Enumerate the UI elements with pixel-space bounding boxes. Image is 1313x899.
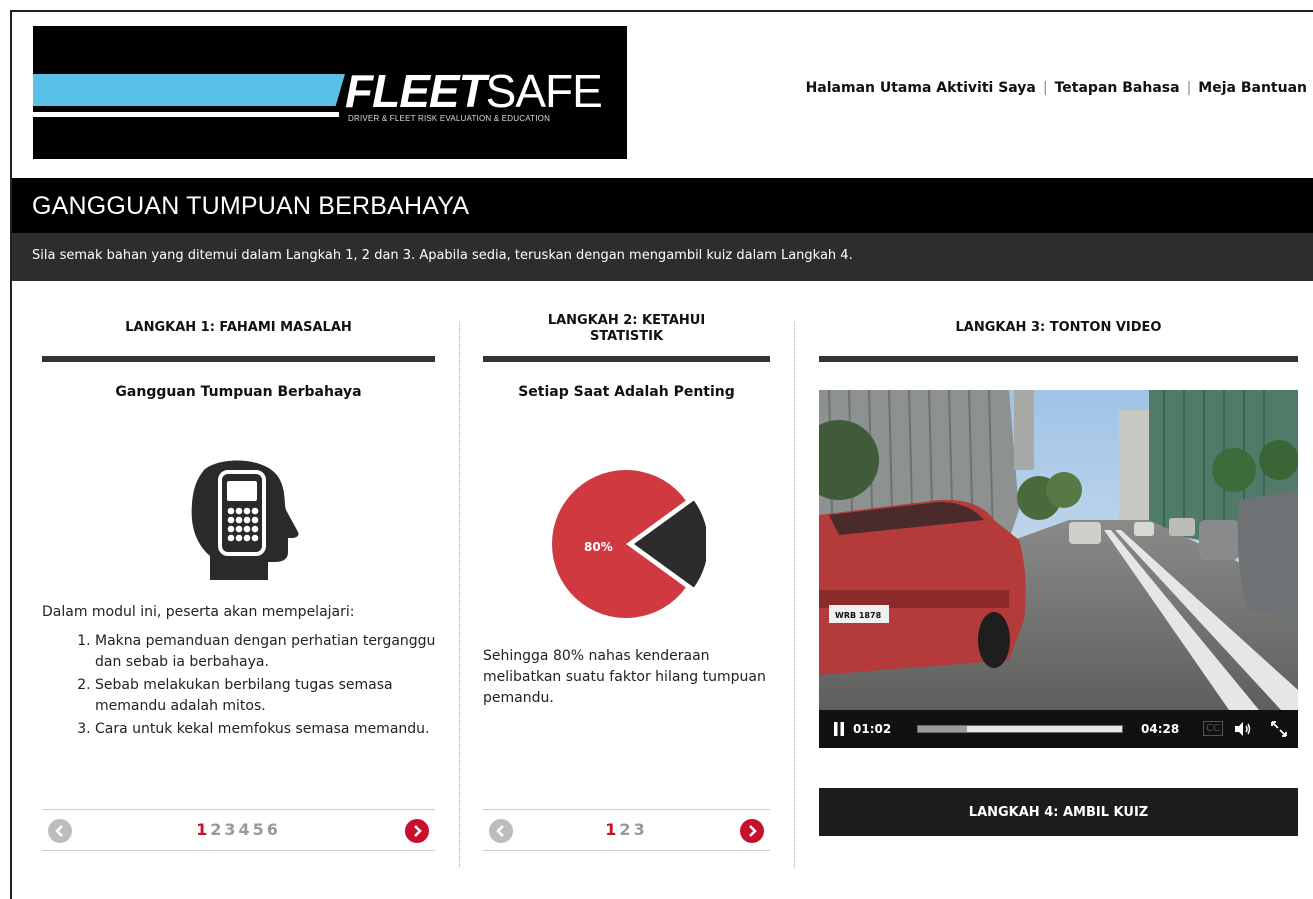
logo-brand-light: SAFE xyxy=(485,65,603,117)
chevron-right-icon xyxy=(749,825,757,837)
logo-brand-bold: FLEET xyxy=(345,65,487,117)
pie-label: 80% xyxy=(584,540,613,554)
volume-icon[interactable] xyxy=(1234,722,1252,736)
page-title: GANGGUAN TUMPUAN BERBAHAYA xyxy=(32,192,470,220)
step1-heading: LANGKAH 1: FAHAMI MASALAH xyxy=(42,312,435,362)
video-player[interactable]: WRB 1878 01:02 04:28 CC xyxy=(819,390,1298,748)
chevron-right-icon xyxy=(414,825,422,837)
nav-separator: | xyxy=(1186,80,1192,96)
column-divider xyxy=(794,322,795,867)
video-frame: WRB 1878 xyxy=(819,390,1298,710)
nav-language-link[interactable]: Tetapan Bahasa xyxy=(1055,80,1180,96)
logo-tagline: DRIVER & FLEET RISK EVALUATION & EDUCATI… xyxy=(348,114,551,123)
logo-blue-stripe xyxy=(33,74,345,106)
step2-heading: LANGKAH 2: KETAHUI STATISTIK xyxy=(483,312,770,362)
step2-page-numbers: 123 xyxy=(483,820,770,839)
step2-pager: 123 xyxy=(483,809,770,851)
step2-heading-line2: STATISTIK xyxy=(589,329,664,344)
fullscreen-icon[interactable] xyxy=(1271,721,1287,737)
pause-icon[interactable] xyxy=(833,722,845,736)
closed-caption-button[interactable]: CC xyxy=(1203,721,1223,736)
page-number-1[interactable]: 1 xyxy=(196,820,210,839)
page-number-6[interactable]: 6 xyxy=(267,820,281,839)
logo-brand: FLEETSAFE xyxy=(345,64,603,118)
nav-home-link[interactable]: Halaman Utama Aktiviti Saya xyxy=(806,80,1036,96)
step3-heading: LANGKAH 3: TONTON VIDEO xyxy=(819,312,1298,362)
page-frame: FLEETSAFE DRIVER & FLEET RISK EVALUATION… xyxy=(10,10,1313,899)
step4-quiz-button[interactable]: LANGKAH 4: AMBIL KUIZ xyxy=(819,788,1298,836)
video-seek-bar[interactable] xyxy=(917,725,1123,733)
step1-page-numbers: 123456 xyxy=(42,820,435,839)
page-number-3[interactable]: 3 xyxy=(224,820,238,839)
top-navigation: Halaman Utama Aktiviti Saya | Tetapan Baha… xyxy=(806,80,1307,96)
logo-white-stripe xyxy=(33,112,339,117)
nav-help-link[interactable]: Meja Bantuan xyxy=(1198,80,1307,96)
video-duration: 04:28 xyxy=(1141,722,1180,736)
step2-item-title: Setiap Saat Adalah Penting xyxy=(518,384,735,400)
instruction-text: Sila semak bahan yang ditemui dalam Lang… xyxy=(32,248,853,263)
step1-next-button[interactable] xyxy=(405,819,429,843)
step2-panel: LANGKAH 2: KETAHUI STATISTIK Setiap Saat… xyxy=(483,312,770,851)
instruction-bar: Sila semak bahan yang ditemui dalam Lang… xyxy=(12,233,1313,281)
statistic-pie-chart: 80% xyxy=(552,470,706,618)
column-divider xyxy=(459,322,460,867)
nav-separator: | xyxy=(1042,80,1048,96)
step1-intro: Dalam modul ini, peserta akan mempelajar… xyxy=(42,604,355,620)
step1-learning-list: Makna pemanduan dengan perhatian tergang… xyxy=(67,631,437,740)
current-time: 01:02 xyxy=(853,722,892,736)
head-phone-icon xyxy=(191,460,299,580)
step2-next-button[interactable] xyxy=(740,819,764,843)
page-number-5[interactable]: 5 xyxy=(253,820,267,839)
step3-panel: LANGKAH 3: TONTON VIDEO WRB 1878 01:02 0… xyxy=(819,312,1298,836)
video-seek-progress xyxy=(918,726,967,732)
step2-description: Sehingga 80% nahas kenderaan melibatkan … xyxy=(483,648,766,706)
license-plate: WRB 1878 xyxy=(835,611,882,620)
list-item: Cara untuk kekal memfokus semasa memandu… xyxy=(95,719,437,740)
step1-panel: LANGKAH 1: FAHAMI MASALAH Gangguan Tumpu… xyxy=(42,312,435,851)
list-item: Sebab melakukan berbilang tugas semasa m… xyxy=(95,675,437,717)
page-number-2[interactable]: 2 xyxy=(619,820,633,839)
title-bar: GANGGUAN TUMPUAN BERBAHAYA xyxy=(12,178,1313,233)
page-number-4[interactable]: 4 xyxy=(239,820,253,839)
fleetsafe-logo[interactable]: FLEETSAFE DRIVER & FLEET RISK EVALUATION… xyxy=(33,26,627,159)
video-controls: 01:02 04:28 CC xyxy=(819,710,1298,748)
page-number-3[interactable]: 3 xyxy=(634,820,648,839)
page-number-2[interactable]: 2 xyxy=(210,820,224,839)
step1-item-title: Gangguan Tumpuan Berbahaya xyxy=(115,384,362,400)
step1-pager: 123456 xyxy=(42,809,435,851)
list-item: Makna pemanduan dengan perhatian tergang… xyxy=(95,631,437,673)
step2-heading-line1: LANGKAH 2: KETAHUI xyxy=(547,313,706,328)
page-number-1[interactable]: 1 xyxy=(605,820,619,839)
